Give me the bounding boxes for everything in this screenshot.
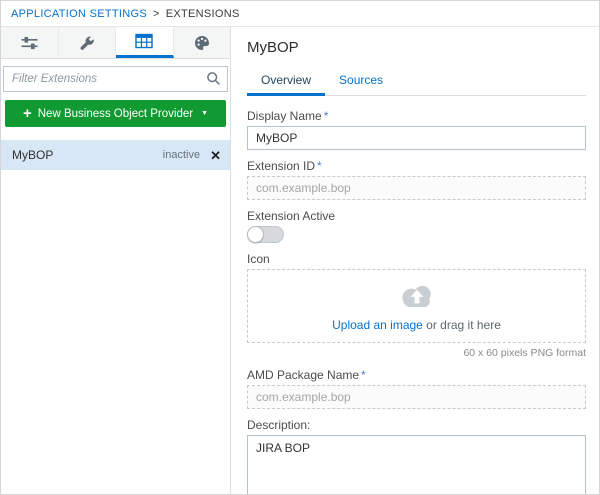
sliders-icon [21,35,38,51]
amd-package-name-label: AMD Package Name * [247,368,586,382]
description-label: Description: [247,418,311,432]
chevron-down-icon: ▼ [201,110,208,117]
cloud-upload-icon [395,281,439,314]
page-title: MyBOP [247,39,299,56]
tab-overview[interactable]: Overview [247,68,326,96]
extension-detail-panel: MyBOP Overview Sources Display Name* Ext… [231,27,599,494]
amd-package-name-label-text: AMD Package Name [247,368,360,382]
wrench-icon [79,35,95,51]
palette-icon [194,35,210,51]
icon-upload-dropzone[interactable]: Upload an image or drag it here [247,269,586,343]
delete-extension-icon[interactable]: ✕ [210,149,221,162]
extension-id-label-text: Extension ID [247,159,316,173]
extension-name: MyBOP [12,148,54,162]
extension-id-label: Extension ID * [247,159,586,173]
plus-icon: + [22,105,32,122]
amd-package-name-input [247,385,586,409]
extension-id-input [247,176,586,200]
breadcrumb-separator: > [153,7,160,20]
extensions-sidebar: + New Business Object Provider ▼ MyBOP i… [1,27,231,494]
breadcrumb-application-settings-link[interactable]: APPLICATION SETTINGS [11,8,147,20]
required-asterisk: * [361,368,366,382]
icon-size-hint: 60 x 60 pixels PNG format [463,347,586,359]
description-field: Description: JIRA BOP [247,418,586,494]
extension-active-toggle[interactable] [247,226,284,243]
sidebar-icon-tabs [1,27,230,59]
extension-id-field: Extension ID * [247,159,586,200]
filter-extensions-input[interactable] [3,66,228,92]
upload-instructions: Upload an image or drag it here [332,318,501,332]
breadcrumb: APPLICATION SETTINGS > EXTENSIONS [1,1,599,27]
new-business-object-provider-button[interactable]: + New Business Object Provider ▼ [5,100,226,127]
list-item-mybop[interactable]: MyBOP inactive ✕ [1,140,230,170]
search-icon[interactable] [206,71,221,89]
upload-an-image-link[interactable]: Upload an image [332,318,423,332]
detail-tabs: Overview Sources [247,68,586,96]
filter-extensions [3,66,228,92]
table-icon [135,33,153,49]
icon-label: Icon [247,252,270,266]
display-name-input[interactable] [247,126,586,150]
tab-business-object-providers[interactable] [116,27,174,58]
display-name-label: Display Name * [247,109,586,123]
drag-it-here-text: or drag it here [422,317,501,332]
required-asterisk: * [317,159,322,173]
description-textarea[interactable]: JIRA BOP [247,435,586,494]
new-button-label: New Business Object Provider [37,107,194,120]
tab-tools[interactable] [58,27,116,58]
tab-general-settings[interactable] [1,27,59,58]
extensions-list: MyBOP inactive ✕ [1,140,230,494]
application-settings-window: APPLICATION SETTINGS > EXTENSIONS Filter… [0,0,600,495]
tab-sources[interactable]: Sources [325,68,397,95]
extension-status-badge: inactive [162,149,201,161]
extension-active-field: Extension Active [247,209,586,243]
required-asterisk: * [323,109,329,123]
breadcrumb-current-extensions: EXTENSIONS [165,7,240,20]
toggle-knob [247,226,264,243]
icon-field: Icon Upload an image or drag it here 60 … [247,252,586,359]
display-name-field: Display Name * [247,109,586,150]
extension-active-label: Extension Active [247,209,336,223]
tab-theme[interactable] [173,27,230,58]
amd-package-name-field: AMD Package Name * [247,368,586,409]
display-name-label-text: Display Name [247,109,322,123]
